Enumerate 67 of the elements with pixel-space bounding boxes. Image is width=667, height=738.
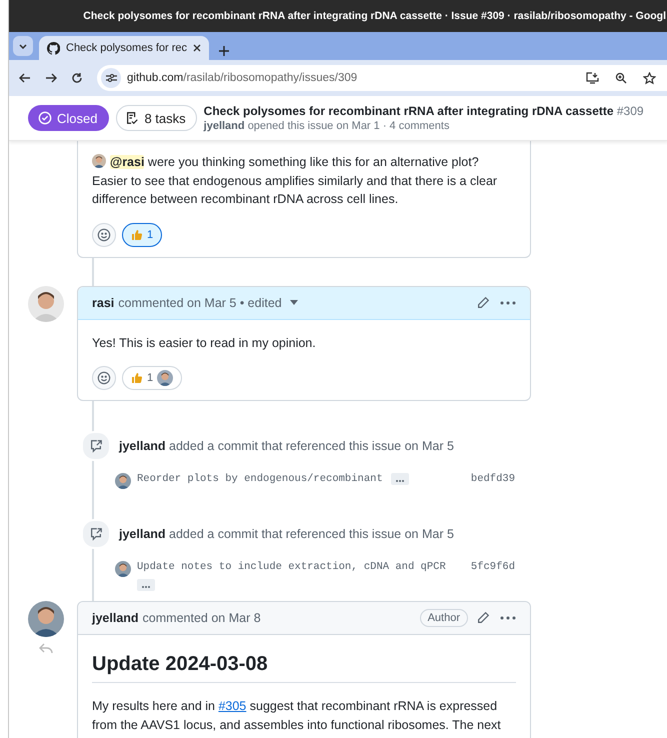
event-text: jyelland added a commit that referenced this issue on Mar 5 [119, 527, 454, 541]
commit-message[interactable]: Update notes to include extraction, cDNA and qPCR [137, 561, 446, 573]
edit-icon [476, 611, 490, 625]
cross-reference-icon [89, 439, 103, 453]
avatar-icon [157, 370, 174, 386]
avatar-icon [115, 473, 131, 489]
more-button[interactable] [498, 614, 518, 622]
mention-link[interactable]: @rasi [110, 155, 144, 169]
author-badge: Author [420, 609, 468, 627]
issue-link[interactable]: #305 [218, 699, 246, 713]
plus-icon [219, 46, 229, 56]
comment-heading: Update 2024-03-08 [92, 653, 516, 683]
tasks-button[interactable]: 8 tasks [116, 105, 197, 131]
github-logo-icon [47, 42, 60, 54]
cross-reference-icon [89, 527, 103, 541]
more-icon [500, 300, 516, 304]
add-reaction-button[interactable] [92, 222, 116, 246]
reaction-button[interactable]: 1 [122, 222, 162, 246]
commit-sha[interactable]: 5fc9f6d [470, 561, 515, 573]
address-field[interactable]: github.com/rasilab/ribosomopathy/issues/309 [97, 65, 667, 91]
author-link[interactable]: jyelland [119, 527, 166, 541]
reaction-button[interactable]: 1 [122, 366, 182, 390]
reply-icon [39, 643, 53, 655]
avatar-icon [115, 561, 131, 577]
expand-button[interactable] [390, 473, 409, 485]
issue-meta: jyelland opened this issue on Mar 1 · 4 comments [204, 120, 450, 132]
comment-meta: commented on Mar 8 [142, 611, 261, 625]
window-title: Check polysomes for recombinant rRNA after integrating rDNA cassette · Issue #309 · rasilab/ribosomopathy - Googl [83, 10, 667, 22]
more-icon [500, 616, 516, 620]
author-link[interactable]: jyelland [119, 439, 166, 453]
task-list-icon [125, 111, 140, 125]
thumbs-up-icon [131, 372, 143, 384]
tab-list-button[interactable] [13, 36, 33, 56]
browser-tab[interactable]: Check polysomes for rec [39, 36, 209, 60]
dropdown-caret-icon[interactable] [290, 300, 298, 305]
check-circle-icon [38, 111, 52, 125]
avatar[interactable] [28, 286, 64, 322]
avatar-icon [92, 154, 106, 168]
issue-title: Check polysomes for recombinant rRNA after integrating rDNA cassette #309 [204, 104, 644, 118]
author-link[interactable]: jyelland [92, 611, 139, 625]
avatar[interactable] [28, 601, 64, 637]
smiley-icon [97, 228, 111, 242]
install-app-icon[interactable] [586, 72, 599, 84]
more-button[interactable] [498, 298, 518, 306]
comment-text: My results here and in #305 suggest that recombinant rRNA is expressed from the AAVS1 locus, and assembles into functional ribosomes. The next [92, 698, 502, 734]
edit-icon [476, 296, 490, 310]
back-icon[interactable] [19, 72, 31, 84]
smiley-icon [97, 371, 111, 385]
forward-icon[interactable] [45, 72, 57, 84]
commit-message[interactable]: Reorder plots by endogenous/recombinant [137, 473, 383, 485]
zoom-icon[interactable] [615, 72, 627, 84]
add-reaction-button[interactable] [92, 366, 116, 390]
event-text: jyelland added a commit that referenced this issue on Mar 5 [119, 439, 454, 453]
bookmark-star-icon[interactable] [643, 72, 656, 84]
expand-button[interactable] [137, 579, 155, 591]
issue-state-label: Closed [28, 105, 110, 131]
comment-meta: commented on Mar 5 • edited [118, 296, 282, 310]
commit-sha[interactable]: bedfd39 [470, 473, 515, 485]
author-link[interactable]: rasi [92, 296, 114, 310]
comment-text: @rasi were you thinking something like this for an alternative plot? Easier to see that endogenous amplifies similarly and that there is a clear difference between recombinant rDNA across cell lines. [92, 153, 498, 208]
author-link[interactable]: jyelland [204, 120, 245, 132]
reload-icon[interactable] [71, 72, 83, 84]
thumbs-up-icon [131, 228, 143, 240]
close-icon[interactable] [193, 44, 201, 52]
chevron-down-icon [19, 44, 27, 48]
site-settings-icon[interactable] [106, 73, 116, 83]
comment-text: Yes! This is easier to read in my opinion. [92, 334, 317, 352]
